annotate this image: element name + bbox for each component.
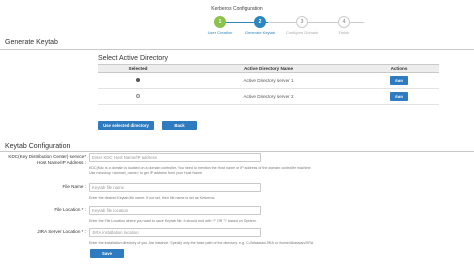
kdc-nslookup-help: Use nslookup <domain_name> to get IP add…	[89, 171, 203, 175]
generate-keytab-heading: Generate Keytab	[0, 38, 474, 50]
step-number: 4	[338, 16, 350, 28]
jira-location-label: JIRA Server Location * :	[37, 229, 86, 234]
kdc-host-input[interactable]: Enter KDC Host Name/IP address	[89, 153, 261, 162]
jira-location-input[interactable]: JIRA installation location	[89, 228, 261, 237]
table-row: Active Directory server 2 Edit	[98, 88, 439, 105]
table-header-row: Selected Active Directory Name Actions	[98, 64, 439, 73]
directory-radio-1[interactable]	[136, 78, 140, 82]
step-number: 1	[214, 16, 226, 28]
select-directory-title: Select Active Directory	[98, 55, 169, 62]
table-row: Active Directory server 1 Edit	[98, 72, 439, 89]
directory-radio-2[interactable]	[136, 94, 140, 98]
wizard-stepper: 1 User Creation 2 Generate Keytab 3 Conf…	[196, 16, 368, 38]
file-location-help: Enter the File Location where you want t…	[89, 219, 257, 223]
file-name-label: File Name :	[62, 184, 87, 189]
back-button[interactable]: Back	[162, 121, 197, 130]
step-number: 2	[254, 16, 266, 28]
cell-directory-name: Active Directory server 2	[178, 88, 359, 105]
cell-directory-name: Active Directory server 1	[178, 72, 359, 89]
step-label: Finish	[338, 30, 350, 35]
step-label: Generate Keytab	[244, 30, 276, 35]
keytab-configuration-heading: Keytab Configuration	[0, 142, 474, 152]
directory-table: Selected Active Directory Name Actions A…	[98, 64, 439, 105]
cell-actions: Edit	[359, 88, 439, 105]
kdc-host-label: KDC(Key Distribution Center) service* Ho…	[8, 154, 86, 165]
col-selected: Selected	[98, 64, 178, 73]
cell-selected	[98, 88, 178, 105]
jira-location-help: Enter the installation directory of you …	[89, 241, 314, 245]
col-directory-name: Active Directory Name	[178, 64, 359, 73]
save-button[interactable]: Save	[90, 249, 124, 258]
file-name-help: Enter the desired Keytab file name. If n…	[89, 196, 216, 200]
edit-button[interactable]: Edit	[390, 76, 408, 85]
edit-button[interactable]: Edit	[390, 92, 408, 101]
step-finish: 4 Finish	[320, 16, 368, 35]
file-location-label: File Location * :	[54, 207, 86, 212]
cell-actions: Edit	[359, 72, 439, 89]
step-number: 3	[296, 16, 308, 28]
step-configure-domain: 3 Configure Domain	[278, 16, 326, 35]
col-actions: Actions	[359, 64, 439, 73]
wizard-title: Kerberos Configuration	[211, 6, 263, 12]
file-name-input[interactable]: Keytab file name	[89, 183, 261, 192]
step-generate-keytab: 2 Generate Keytab	[236, 16, 284, 35]
file-location-input[interactable]: Keytab file location	[89, 206, 261, 215]
step-label: Configure Domain	[285, 30, 319, 35]
use-selected-directory-button[interactable]: Use selected directory	[98, 121, 154, 130]
cell-selected	[98, 72, 178, 89]
